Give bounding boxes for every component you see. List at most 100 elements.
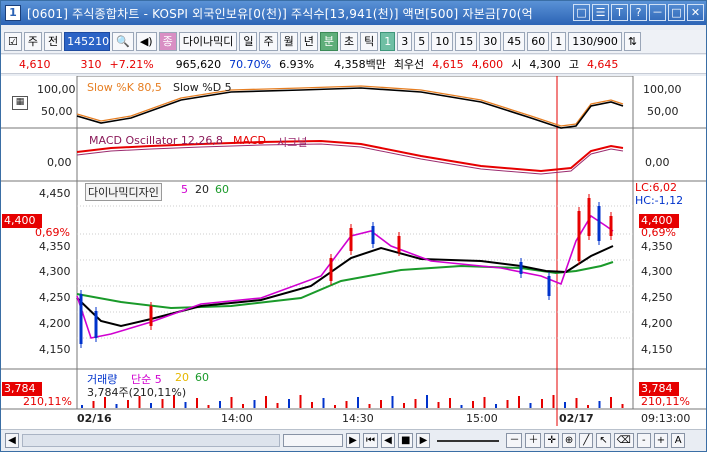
prefix-select[interactable]: 전 [44, 32, 63, 51]
crosshair-icon[interactable]: ✛ [544, 433, 559, 448]
xaxis-label-0216: 02/16 [77, 412, 112, 425]
volume-bar-43 [575, 398, 578, 408]
scroll-left-button[interactable]: ◀ [5, 433, 19, 448]
volume-bar-36 [495, 404, 497, 408]
stoch-legend-d: Slow %D 5 [173, 81, 232, 94]
chart-area[interactable]: Slow %K 80,5 Slow %D 5 100,00 50,00 100,… [1, 76, 706, 431]
stoch-legend: Slow %K 80,5 [87, 81, 162, 94]
volume-bar-21 [322, 398, 325, 408]
volume-bar-39 [529, 403, 532, 408]
settings-button[interactable]: ☑ [4, 32, 22, 51]
volume-bar-14 [242, 404, 244, 408]
candle-body-1 [94, 311, 98, 338]
open-price: 4,300 [529, 57, 561, 71]
period-minute[interactable]: 분 [319, 32, 338, 51]
volume-bar-23 [345, 401, 348, 408]
interval-60[interactable]: 60 [527, 32, 550, 51]
volume-bar-25 [368, 404, 371, 408]
help-icon[interactable]: ? [630, 4, 647, 21]
macd-legend-signal: 시그널 [277, 136, 308, 149]
interval-5[interactable]: 5 [414, 32, 430, 51]
cursor-icon[interactable]: ↖ [596, 433, 611, 448]
current-pct-right: 0,69% [641, 226, 676, 239]
candle-body-9 [577, 211, 581, 261]
period-second[interactable]: 초 [339, 32, 359, 51]
volume-ma60-legend: 60 [195, 371, 209, 384]
zoom-in-icon[interactable]: ＋ [525, 433, 542, 448]
dock-icon[interactable]: □ [573, 4, 590, 21]
candle-body-3 [329, 258, 333, 281]
best-bid: 4,600 [471, 57, 504, 71]
menu-icon[interactable]: ☰ [592, 4, 609, 21]
price-legend-name[interactable]: 다이나믹디자인 [85, 183, 162, 201]
minimize-button[interactable]: － [649, 4, 666, 21]
maximize-button[interactable]: □ [668, 4, 685, 21]
volume-bar-10 [196, 398, 198, 408]
period-week[interactable]: 주 [259, 32, 278, 51]
font-icon[interactable]: T [611, 4, 628, 21]
period-tick[interactable]: 틱 [360, 32, 379, 51]
favorite-icon[interactable]: 종 [158, 32, 177, 51]
volume-bar-32 [449, 398, 451, 408]
zoom-slider[interactable] [437, 439, 500, 442]
interval-value-select[interactable]: 1 [551, 32, 567, 51]
period-month[interactable]: 월 [279, 32, 298, 51]
font-icon[interactable]: A [671, 433, 686, 448]
search-icon[interactable]: 🔍 [112, 32, 134, 51]
eraser-icon[interactable]: ⌫ [613, 433, 634, 448]
volume-bar-7 [161, 399, 164, 408]
stop-button[interactable]: ■ [398, 433, 414, 448]
interval-1[interactable]: 1 [380, 32, 396, 51]
interval-45[interactable]: 45 [503, 32, 526, 51]
interval-10[interactable]: 10 [431, 32, 454, 51]
speaker-icon[interactable]: ◀) [135, 32, 157, 51]
volume-bar-30 [426, 395, 428, 408]
price-tick-4300-right: 4,300 [641, 265, 673, 278]
market-select[interactable]: 주 [23, 32, 42, 51]
candle-body-11 [597, 206, 601, 241]
first-button[interactable]: ⏮ [363, 433, 378, 448]
scrollbar-thumb[interactable] [283, 434, 343, 447]
volume-bar-17 [276, 403, 279, 408]
macd-legend-line: MACD [233, 134, 266, 147]
volume-bar-37 [506, 400, 509, 408]
volume-bar-18 [288, 399, 290, 408]
interval-30[interactable]: 30 [479, 32, 502, 51]
xaxis-right-time: 09:13:00 [641, 412, 691, 425]
interval-15[interactable]: 15 [455, 32, 478, 51]
zoom-out-icon[interactable]: － [506, 433, 523, 448]
volume-bar-12 [219, 401, 221, 408]
window-number[interactable]: 1 [5, 5, 21, 21]
interval-3[interactable]: 3 [397, 32, 413, 51]
open-label: 시 [511, 58, 522, 71]
font-increase-icon[interactable]: + [653, 433, 669, 448]
volume-bar-4 [127, 400, 129, 408]
font-decrease-icon[interactable]: - [636, 433, 651, 448]
volume-pct-left: 210,11% [23, 395, 72, 408]
volume-bar-1 [92, 401, 95, 408]
line-icon[interactable]: ╱ [579, 433, 594, 448]
high-label: 고 [568, 58, 579, 71]
xaxis-label-0217: 02/17 [559, 412, 594, 425]
close-button[interactable]: ✕ [687, 4, 704, 21]
scroll-right-button[interactable]: ▶ [346, 433, 360, 448]
stock-name: 다이나믹디 [178, 32, 238, 51]
period-year[interactable]: 년 [299, 32, 318, 51]
stoch-tick-50-right: 50,00 [647, 105, 679, 118]
draw-icon[interactable]: ⊕ [561, 433, 577, 448]
code-input[interactable]: 145210 [64, 32, 111, 51]
ma20-legend: 20 [195, 183, 209, 196]
count-display[interactable]: 130/900 [568, 32, 622, 51]
hc-value: HC:-1,12 [635, 194, 684, 207]
tools-icon[interactable]: ⇅ [623, 32, 642, 51]
scroll-track[interactable] [22, 434, 280, 447]
price-tick-4350-right: 4,350 [641, 240, 673, 253]
grid-icon[interactable]: ▦ [12, 96, 28, 110]
prev-button[interactable]: ◀ [381, 433, 395, 448]
next-button[interactable]: ▶ [416, 433, 431, 448]
price-tick-4250-right: 4,250 [641, 291, 673, 304]
volume-bar-45 [598, 401, 601, 408]
volume-box-right: 3,784 [639, 382, 679, 396]
period-day[interactable]: 일 [239, 32, 258, 51]
volume-bar-15 [253, 400, 256, 408]
